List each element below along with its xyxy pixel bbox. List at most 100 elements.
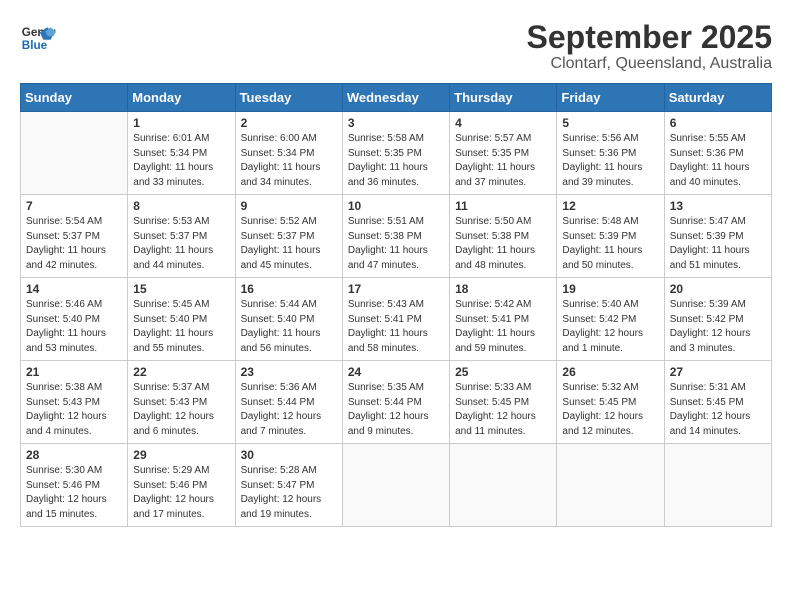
day-info: Sunrise: 5:30 AM Sunset: 5:46 PM Dayligh… [26, 464, 122, 522]
calendar-cell [342, 444, 449, 527]
svg-text:Blue: Blue [22, 39, 48, 52]
day-info: Sunrise: 5:54 AM Sunset: 5:37 PM Dayligh… [26, 215, 122, 273]
calendar-week-4: 21 Sunrise: 5:38 AM Sunset: 5:43 PM Dayli… [21, 361, 772, 444]
calendar-cell: 10 Sunrise: 5:51 AM Sunset: 5:38 PM Dayli… [342, 195, 449, 278]
calendar-cell: 15Sunrise: 5:45 AM Sunset: 5:40 PM Dayli… [128, 278, 235, 361]
day-info: Sunrise: 5:37 AM Sunset: 5:43 PM Dayligh… [133, 381, 229, 439]
day-number: 3 [348, 116, 444, 130]
day-number: 13 [670, 199, 766, 213]
day-number: 8 [133, 199, 229, 213]
calendar-cell [664, 444, 771, 527]
logo-icon: General Blue [20, 20, 56, 56]
weekday-header-saturday: Saturday [664, 84, 771, 112]
calendar-cell: 19 Sunrise: 5:40 AM Sunset: 5:42 PM Dayli… [557, 278, 664, 361]
day-number: 14 [26, 282, 122, 296]
location-subtitle: Clontarf, Queensland, Australia [527, 55, 772, 73]
calendar-week-2: 7 Sunrise: 5:54 AM Sunset: 5:37 PM Daylig… [21, 195, 772, 278]
weekday-header-sunday: Sunday [21, 84, 128, 112]
day-number: 10 [348, 199, 444, 213]
day-info: Sunrise: 5:46 AM Sunset: 5:40 PM Dayligh… [26, 298, 122, 356]
day-info: Sunrise: 5:57 AM Sunset: 5:35 PM Dayligh… [455, 132, 551, 190]
day-number: 24 [348, 365, 444, 379]
calendar-cell: 8 Sunrise: 5:53 AM Sunset: 5:37 PM Daylig… [128, 195, 235, 278]
calendar-cell: 24Sunrise: 5:35 AM Sunset: 5:44 PM Dayli… [342, 361, 449, 444]
calendar-cell: 7 Sunrise: 5:54 AM Sunset: 5:37 PM Daylig… [21, 195, 128, 278]
weekday-header-monday: Monday [128, 84, 235, 112]
calendar-cell: 6Sunrise: 5:55 AM Sunset: 5:36 PM Daylig… [664, 112, 771, 195]
day-number: 2 [241, 116, 337, 130]
day-info: Sunrise: 5:40 AM Sunset: 5:42 PM Dayligh… [562, 298, 658, 356]
day-number: 1 [133, 116, 229, 130]
day-info: Sunrise: 6:00 AM Sunset: 5:34 PM Dayligh… [241, 132, 337, 190]
weekday-header-friday: Friday [557, 84, 664, 112]
title-block: September 2025 Clontarf, Queensland, Aus… [527, 20, 772, 73]
day-info: Sunrise: 5:48 AM Sunset: 5:39 PM Dayligh… [562, 215, 658, 273]
calendar-cell [557, 444, 664, 527]
calendar-cell [21, 112, 128, 195]
calendar-body: 1Sunrise: 6:01 AM Sunset: 5:34 PM Daylig… [21, 112, 772, 527]
calendar-cell: 1Sunrise: 6:01 AM Sunset: 5:34 PM Daylig… [128, 112, 235, 195]
calendar-cell: 25 Sunrise: 5:33 AM Sunset: 5:45 PM Dayli… [450, 361, 557, 444]
day-info: Sunrise: 5:38 AM Sunset: 5:43 PM Dayligh… [26, 381, 122, 439]
day-info: Sunrise: 5:44 AM Sunset: 5:40 PM Dayligh… [241, 298, 337, 356]
calendar-cell: 26 Sunrise: 5:32 AM Sunset: 5:45 PM Dayli… [557, 361, 664, 444]
day-number: 18 [455, 282, 551, 296]
day-info: Sunrise: 5:43 AM Sunset: 5:41 PM Dayligh… [348, 298, 444, 356]
day-number: 6 [670, 116, 766, 130]
day-info: Sunrise: 5:52 AM Sunset: 5:37 PM Dayligh… [241, 215, 337, 273]
day-info: Sunrise: 5:33 AM Sunset: 5:45 PM Dayligh… [455, 381, 551, 439]
day-number: 28 [26, 448, 122, 462]
calendar-cell: 11 Sunrise: 5:50 AM Sunset: 5:38 PM Dayli… [450, 195, 557, 278]
calendar-cell: 27 Sunrise: 5:31 AM Sunset: 5:45 PM Dayli… [664, 361, 771, 444]
weekday-header-wednesday: Wednesday [342, 84, 449, 112]
calendar-cell: 3Sunrise: 5:58 AM Sunset: 5:35 PM Daylig… [342, 112, 449, 195]
logo: General Blue [20, 20, 56, 56]
day-number: 4 [455, 116, 551, 130]
calendar-cell [450, 444, 557, 527]
calendar-cell: 23Sunrise: 5:36 AM Sunset: 5:44 PM Dayli… [235, 361, 342, 444]
calendar-cell: 28 Sunrise: 5:30 AM Sunset: 5:46 PM Dayli… [21, 444, 128, 527]
page-header: General Blue September 2025 Clontarf, Qu… [20, 20, 772, 73]
day-number: 11 [455, 199, 551, 213]
day-number: 30 [241, 448, 337, 462]
calendar-cell: 30Sunrise: 5:28 AM Sunset: 5:47 PM Dayli… [235, 444, 342, 527]
calendar-cell: 16 Sunrise: 5:44 AM Sunset: 5:40 PM Dayli… [235, 278, 342, 361]
day-number: 5 [562, 116, 658, 130]
day-info: Sunrise: 5:32 AM Sunset: 5:45 PM Dayligh… [562, 381, 658, 439]
calendar-header: SundayMondayTuesdayWednesdayThursdayFrid… [21, 84, 772, 112]
weekday-header-tuesday: Tuesday [235, 84, 342, 112]
day-info: Sunrise: 5:47 AM Sunset: 5:39 PM Dayligh… [670, 215, 766, 273]
day-info: Sunrise: 5:53 AM Sunset: 5:37 PM Dayligh… [133, 215, 229, 273]
calendar-cell: 22Sunrise: 5:37 AM Sunset: 5:43 PM Dayli… [128, 361, 235, 444]
day-info: Sunrise: 5:51 AM Sunset: 5:38 PM Dayligh… [348, 215, 444, 273]
day-number: 25 [455, 365, 551, 379]
day-number: 19 [562, 282, 658, 296]
day-info: Sunrise: 5:36 AM Sunset: 5:44 PM Dayligh… [241, 381, 337, 439]
day-number: 21 [26, 365, 122, 379]
day-number: 17 [348, 282, 444, 296]
calendar-table: SundayMondayTuesdayWednesdayThursdayFrid… [20, 83, 772, 527]
day-info: Sunrise: 5:39 AM Sunset: 5:42 PM Dayligh… [670, 298, 766, 356]
day-number: 26 [562, 365, 658, 379]
calendar-cell: 21 Sunrise: 5:38 AM Sunset: 5:43 PM Dayli… [21, 361, 128, 444]
calendar-cell: 13 Sunrise: 5:47 AM Sunset: 5:39 PM Dayli… [664, 195, 771, 278]
day-number: 16 [241, 282, 337, 296]
calendar-cell: 4 Sunrise: 5:57 AM Sunset: 5:35 PM Daylig… [450, 112, 557, 195]
calendar-cell: 20 Sunrise: 5:39 AM Sunset: 5:42 PM Dayli… [664, 278, 771, 361]
calendar-cell: 5 Sunrise: 5:56 AM Sunset: 5:36 PM Daylig… [557, 112, 664, 195]
day-number: 12 [562, 199, 658, 213]
day-info: Sunrise: 5:50 AM Sunset: 5:38 PM Dayligh… [455, 215, 551, 273]
day-number: 27 [670, 365, 766, 379]
day-info: Sunrise: 5:42 AM Sunset: 5:41 PM Dayligh… [455, 298, 551, 356]
day-number: 7 [26, 199, 122, 213]
calendar-cell: 14 Sunrise: 5:46 AM Sunset: 5:40 PM Dayli… [21, 278, 128, 361]
calendar-cell: 12 Sunrise: 5:48 AM Sunset: 5:39 PM Dayli… [557, 195, 664, 278]
calendar-cell: 18 Sunrise: 5:42 AM Sunset: 5:41 PM Dayli… [450, 278, 557, 361]
day-info: Sunrise: 5:31 AM Sunset: 5:45 PM Dayligh… [670, 381, 766, 439]
month-title: September 2025 [527, 20, 772, 55]
day-number: 20 [670, 282, 766, 296]
day-info: Sunrise: 5:29 AM Sunset: 5:46 PM Dayligh… [133, 464, 229, 522]
day-info: Sunrise: 5:56 AM Sunset: 5:36 PM Dayligh… [562, 132, 658, 190]
calendar-cell: 17 Sunrise: 5:43 AM Sunset: 5:41 PM Dayli… [342, 278, 449, 361]
day-number: 29 [133, 448, 229, 462]
